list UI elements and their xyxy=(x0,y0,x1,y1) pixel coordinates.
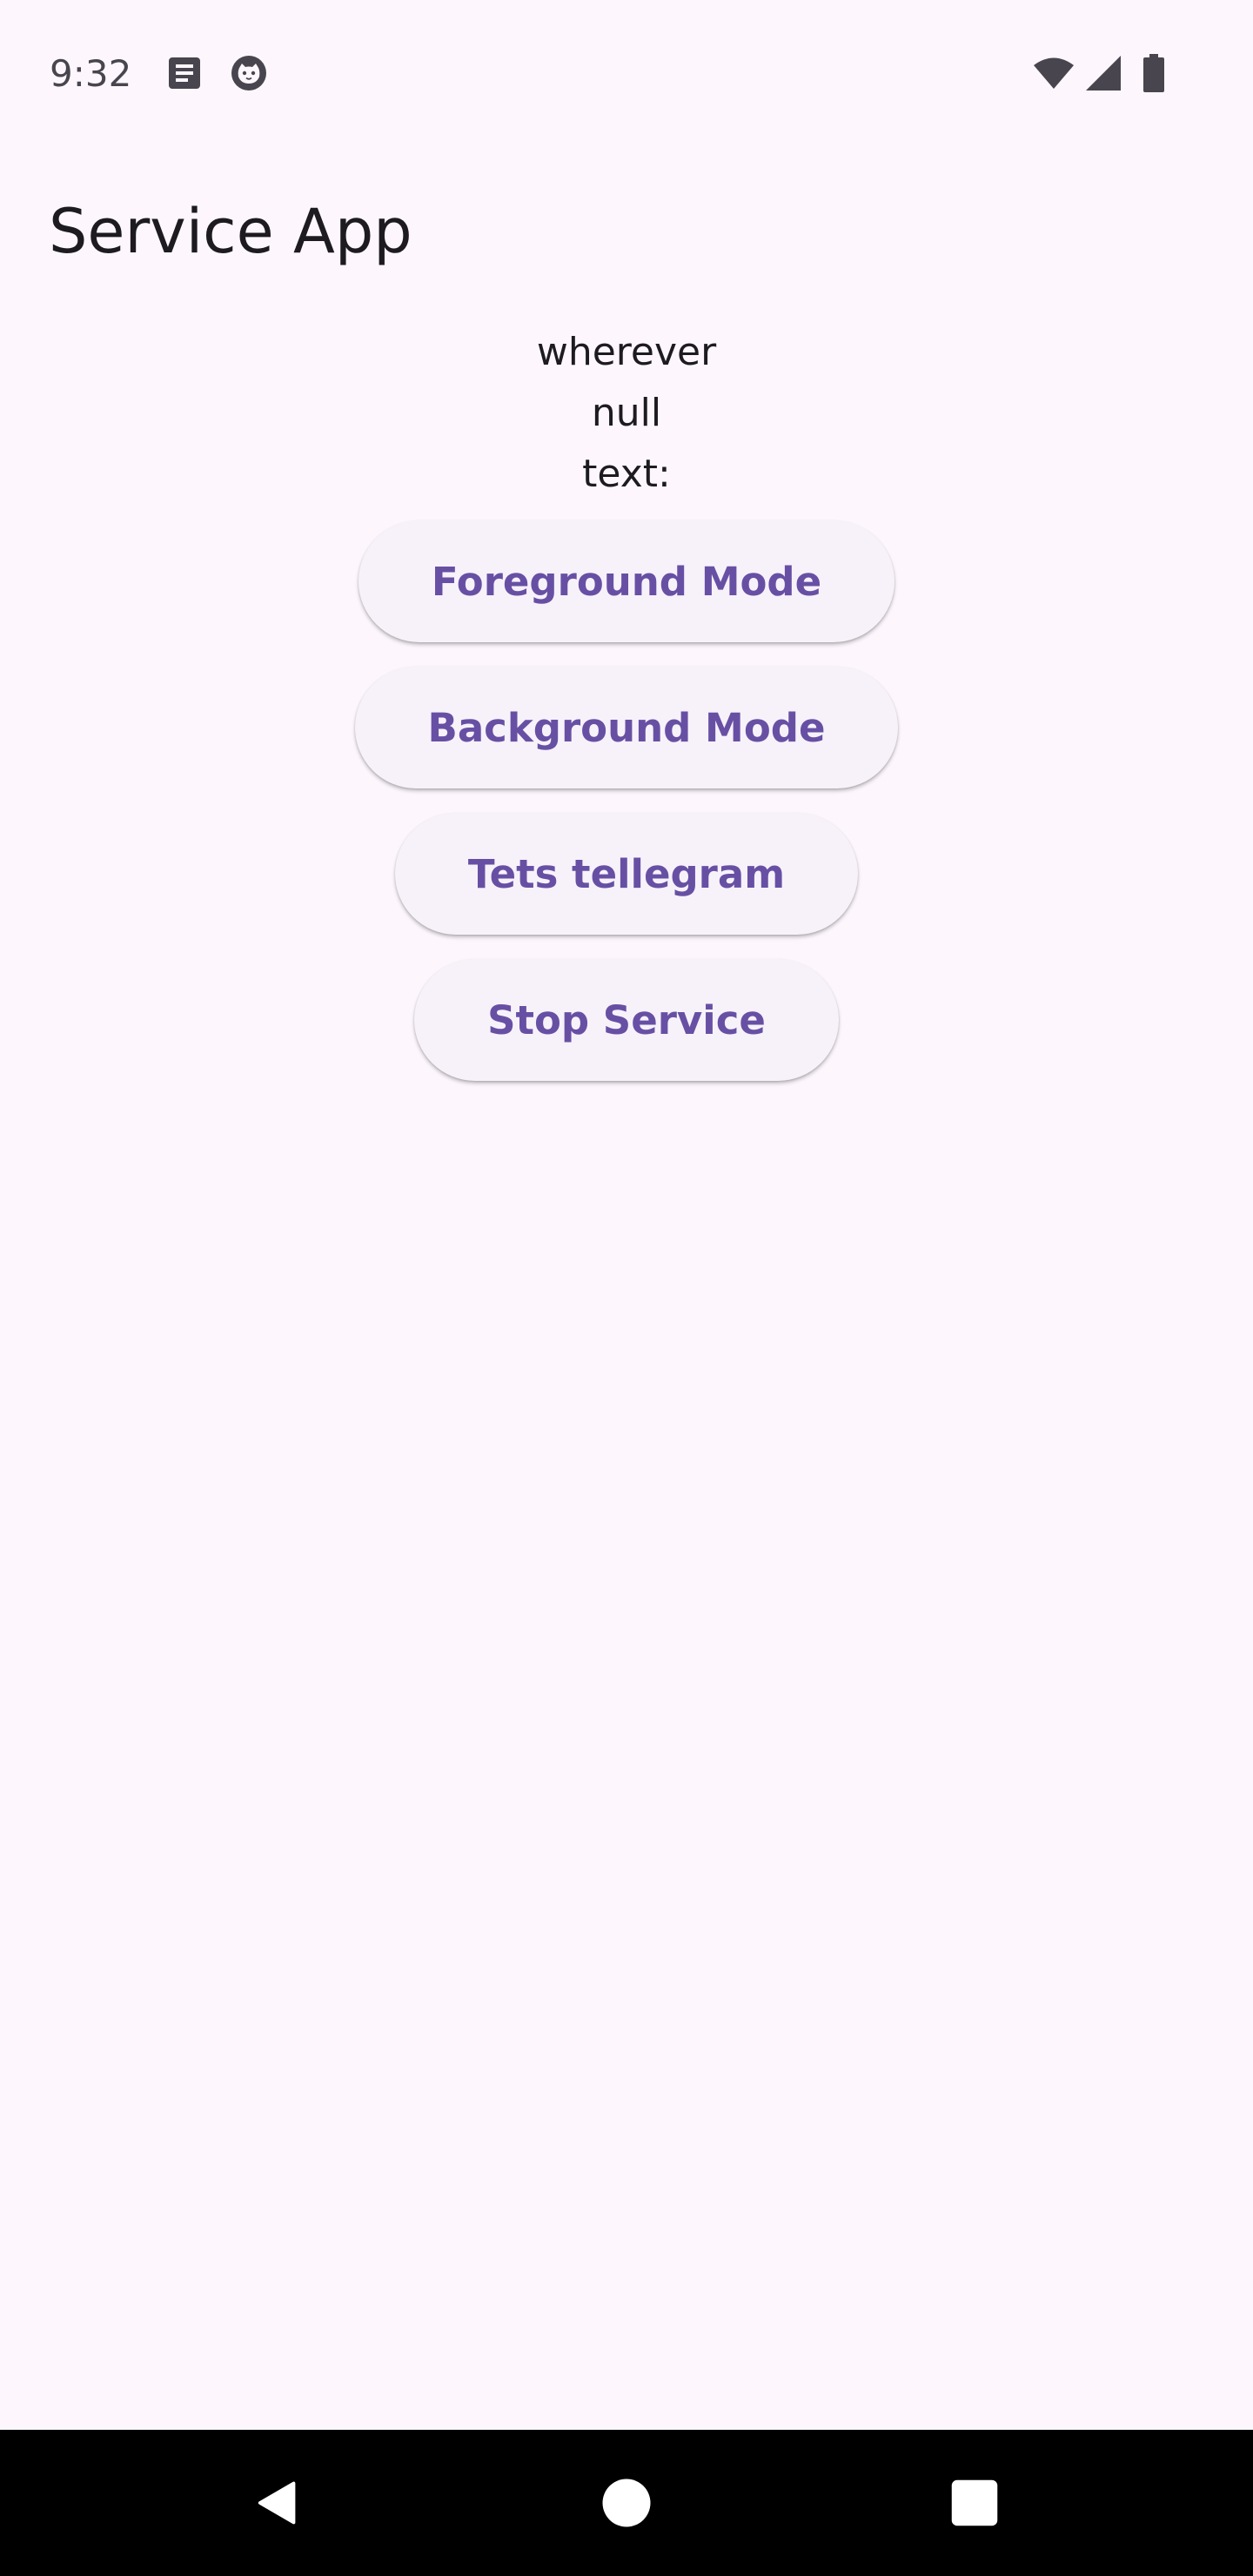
notes-icon xyxy=(164,52,205,94)
cell-signal-icon xyxy=(1082,52,1124,94)
status-text-line-1: wherever xyxy=(536,330,717,374)
stop-service-button[interactable]: Stop Service xyxy=(414,959,839,1081)
main-content: wherever null text: Foreground Mode Back… xyxy=(0,322,1253,1081)
page-title: Service App xyxy=(49,196,412,267)
wifi-icon xyxy=(1032,52,1075,94)
back-icon[interactable] xyxy=(252,2477,305,2529)
foreground-mode-button[interactable]: Foreground Mode xyxy=(358,520,895,642)
recents-icon[interactable] xyxy=(948,2477,1001,2529)
status-time: 9:32 xyxy=(50,52,132,95)
cat-face-icon xyxy=(228,52,270,94)
navigation-bar xyxy=(0,2430,1253,2576)
status-bar: 9:32 xyxy=(0,0,1253,148)
battery-icon xyxy=(1136,52,1171,94)
status-text-line-2: null xyxy=(591,391,662,435)
background-mode-button[interactable]: Background Mode xyxy=(354,667,899,788)
status-text-line-3: text: xyxy=(582,452,671,496)
test-telegram-button[interactable]: Tets tellegram xyxy=(394,813,859,935)
home-icon[interactable] xyxy=(600,2477,653,2529)
